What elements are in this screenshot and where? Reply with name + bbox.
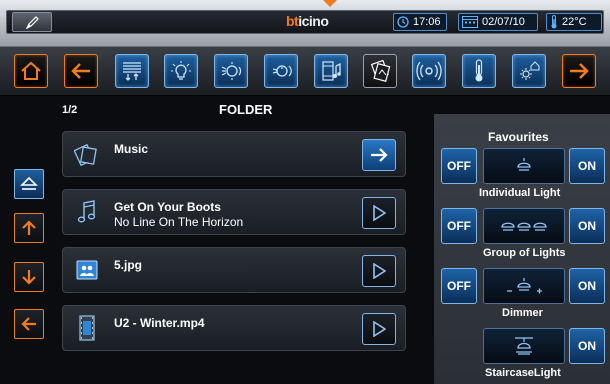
- dimmer-off-button[interactable]: OFF: [441, 268, 477, 304]
- play-icon: [373, 205, 386, 221]
- house-settings-icon: [520, 61, 540, 80]
- forward-icon: [570, 63, 589, 79]
- wireless-icon: [416, 61, 442, 81]
- scroll-top-icon: [20, 176, 38, 190]
- photo-album-icon: [370, 60, 391, 82]
- clock-icon: [397, 16, 409, 28]
- home-icon: [21, 61, 41, 80]
- dimmer-lamp-icon: [507, 278, 542, 294]
- individual-light-on-button[interactable]: ON: [569, 148, 605, 184]
- edit-button[interactable]: [12, 12, 52, 32]
- scroll-top-button[interactable]: [14, 169, 44, 199]
- favourites-title: Favourites: [488, 130, 549, 144]
- music-note-icon: [72, 197, 102, 227]
- page-indicator: 1/2: [62, 104, 78, 116]
- top-notch-indicator: [323, 0, 337, 7]
- toolbar-forward-button[interactable]: [562, 54, 596, 88]
- group-lights-off-button[interactable]: OFF: [441, 208, 477, 244]
- shutters-icon: [123, 62, 141, 81]
- arrow-down-icon: [22, 270, 36, 285]
- video-icon: [72, 313, 102, 343]
- date-display[interactable]: 02/07/10: [458, 13, 538, 31]
- brand-logo: bticino: [286, 13, 329, 29]
- dimmer-on-button[interactable]: ON: [569, 268, 605, 304]
- toolbar-settings-button[interactable]: [512, 54, 546, 88]
- group-lights-tile[interactable]: [483, 208, 565, 244]
- thermometer-small-icon: [551, 15, 557, 29]
- toolbar-wireless-button[interactable]: [412, 54, 446, 88]
- staircase-light-on-button[interactable]: ON: [569, 328, 605, 364]
- scroll-up-button[interactable]: [14, 213, 44, 243]
- toolbar-shutters-button[interactable]: [115, 54, 149, 88]
- individual-light-off-button[interactable]: OFF: [441, 148, 477, 184]
- page-title: FOLDER: [219, 102, 273, 117]
- open-folder-button[interactable]: [362, 139, 396, 171]
- image-icon: [72, 255, 102, 285]
- item-subtitle: No Line On The Horizon: [114, 215, 244, 229]
- multimedia-icon: [322, 61, 341, 81]
- toolbar-home-button[interactable]: [14, 54, 48, 88]
- group-lights-label: Group of Lights: [483, 247, 566, 259]
- arrow-up-icon: [22, 220, 36, 235]
- toolbar-photo-album-button[interactable]: [363, 54, 397, 88]
- temperature-value: 22°C: [562, 16, 587, 28]
- play-button[interactable]: [362, 197, 396, 229]
- pencil-icon: [25, 16, 39, 30]
- lamp-group-icon: [501, 222, 547, 231]
- arrow-left-icon: [21, 317, 36, 331]
- toolbar-dimmer-button[interactable]: [264, 54, 298, 88]
- arrow-right-icon: [371, 148, 388, 162]
- toolbar-temperature-button[interactable]: [462, 54, 496, 88]
- light-bulb-icon: [171, 61, 191, 80]
- staircase-light-label: StaircaseLight: [485, 367, 561, 379]
- list-item[interactable]: U2 - Winter.mp4: [62, 305, 406, 351]
- top-status-bar: bticino 17:06 02/07/10 22°C: [0, 0, 610, 46]
- item-title: U2 - Winter.mp4: [114, 316, 205, 330]
- function-toolbar: [0, 46, 610, 96]
- item-title: Music: [114, 142, 149, 156]
- staircase-light-tile[interactable]: [483, 328, 565, 364]
- back-folder-button[interactable]: [14, 309, 44, 339]
- back-icon: [71, 63, 90, 79]
- individual-light-label: Individual Light: [479, 187, 561, 199]
- folder-icon: [72, 139, 102, 169]
- list-item[interactable]: 5.jpg: [62, 247, 406, 293]
- time-value: 17:06: [413, 16, 441, 28]
- staircase-light-icon: [515, 337, 533, 355]
- dimmer-label: Dimmer: [502, 307, 543, 319]
- toolbar-lighting-button[interactable]: [164, 54, 198, 88]
- calendar-icon: [462, 16, 478, 28]
- clock-display[interactable]: 17:06: [393, 13, 447, 31]
- list-item[interactable]: Get On Your Boots No Line On The Horizon: [62, 189, 406, 235]
- toolbar-scenarios-button[interactable]: [214, 54, 248, 88]
- individual-light-tile[interactable]: [483, 148, 565, 184]
- item-title: Get On Your Boots: [114, 200, 221, 214]
- dimmer-tile[interactable]: [483, 268, 565, 304]
- list-item[interactable]: Music: [62, 131, 406, 177]
- temperature-display[interactable]: 22°C: [546, 13, 602, 31]
- toolbar-back-button[interactable]: [64, 54, 98, 88]
- single-lamp-icon: [517, 158, 531, 171]
- light-scenario-icon: [221, 62, 242, 80]
- date-value: 02/07/10: [482, 16, 525, 28]
- play-button[interactable]: [362, 313, 396, 345]
- play-button[interactable]: [362, 255, 396, 287]
- scroll-down-button[interactable]: [14, 262, 44, 292]
- group-lights-on-button[interactable]: ON: [569, 208, 605, 244]
- play-icon: [373, 263, 386, 279]
- thermometer-icon: [475, 59, 483, 82]
- item-title: 5.jpg: [114, 258, 143, 272]
- toolbar-multimedia-button[interactable]: [314, 54, 348, 88]
- play-icon: [373, 321, 386, 337]
- dimmer-icon: [272, 65, 292, 77]
